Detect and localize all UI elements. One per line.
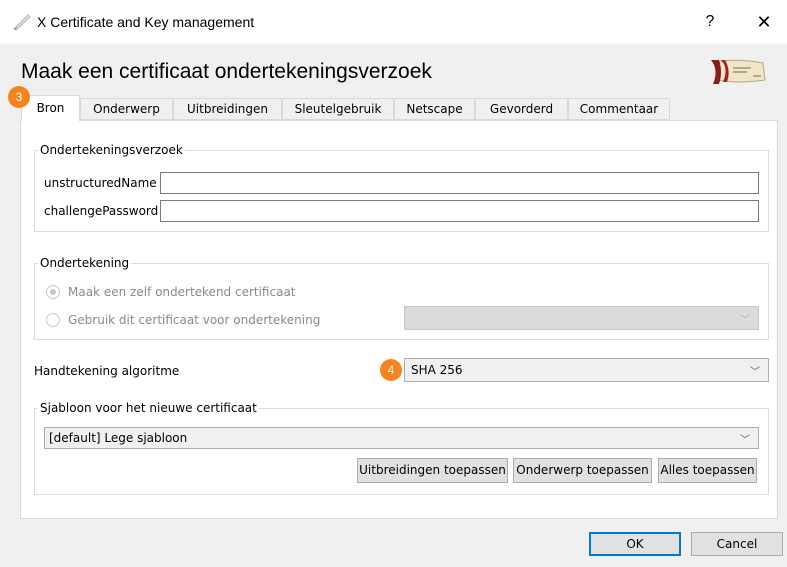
challenge-password-input[interactable] bbox=[160, 200, 759, 222]
ok-button[interactable]: OK bbox=[589, 532, 681, 556]
self-signed-radio[interactable] bbox=[46, 285, 60, 299]
algorithm-value: SHA 256 bbox=[411, 363, 463, 377]
apply-subject-button[interactable]: Onderwerp toepassen bbox=[513, 458, 652, 483]
close-button[interactable]: ✕ bbox=[750, 10, 778, 34]
window-title: X Certificate and Key management bbox=[37, 14, 255, 30]
request-group-title: Ondertekeningsverzoek bbox=[38, 143, 185, 157]
self-signed-label: Maak een zelf ondertekend certificaat bbox=[68, 285, 296, 299]
page-title: Maak een certificaat ondertekeningsverzo… bbox=[21, 60, 432, 83]
title-bar: X Certificate and Key management ? ✕ bbox=[0, 0, 787, 44]
cancel-button[interactable]: Cancel bbox=[691, 532, 783, 556]
chevron-down-icon: ﹀ bbox=[740, 315, 750, 326]
step-badge-3: 3 bbox=[8, 86, 30, 108]
apply-extensions-button[interactable]: Uitbreidingen toepassen bbox=[357, 458, 508, 483]
template-select[interactable]: [default] Lege sjabloon ﹀ bbox=[44, 427, 759, 449]
template-group-title: Sjabloon voor het nieuwe certificaat bbox=[38, 401, 259, 415]
tab-netscape[interactable]: Netscape bbox=[394, 98, 475, 120]
certificate-quill-icon bbox=[13, 14, 31, 31]
challenge-password-label: challengePassword bbox=[44, 204, 159, 218]
parchment-logo bbox=[711, 59, 766, 84]
chevron-down-icon: ﹀ bbox=[750, 367, 760, 378]
unstructured-name-input[interactable] bbox=[160, 172, 759, 194]
tab-onderwerp[interactable]: Onderwerp bbox=[80, 98, 173, 120]
tab-bron[interactable]: Bron bbox=[21, 95, 80, 121]
help-button[interactable]: ? bbox=[696, 10, 724, 34]
tab-gevorderd[interactable]: Gevorderd bbox=[475, 98, 568, 120]
step-badge-4: 4 bbox=[380, 359, 402, 381]
tab-commentaar[interactable]: Commentaar bbox=[568, 98, 670, 120]
tab-uitbreidingen[interactable]: Uitbreidingen bbox=[173, 98, 282, 120]
tab-sleutelgebruik[interactable]: Sleutelgebruik bbox=[282, 98, 394, 120]
algorithm-label: Handtekening algoritme bbox=[34, 364, 180, 378]
radio-selected-dot bbox=[50, 289, 56, 295]
apply-all-button[interactable]: Alles toepassen bbox=[658, 458, 757, 483]
algorithm-select[interactable]: SHA 256 ﹀ bbox=[404, 358, 769, 382]
use-cert-label: Gebruik dit certificaat voor ondertekeni… bbox=[68, 313, 321, 327]
signing-group-title: Ondertekening bbox=[38, 256, 132, 270]
signing-cert-select[interactable]: ﹀ bbox=[404, 306, 759, 330]
template-value: [default] Lege sjabloon bbox=[49, 431, 188, 445]
use-cert-radio[interactable] bbox=[46, 313, 60, 327]
unstructured-name-label: unstructuredName bbox=[44, 176, 157, 190]
chevron-down-icon: ﹀ bbox=[740, 435, 750, 446]
